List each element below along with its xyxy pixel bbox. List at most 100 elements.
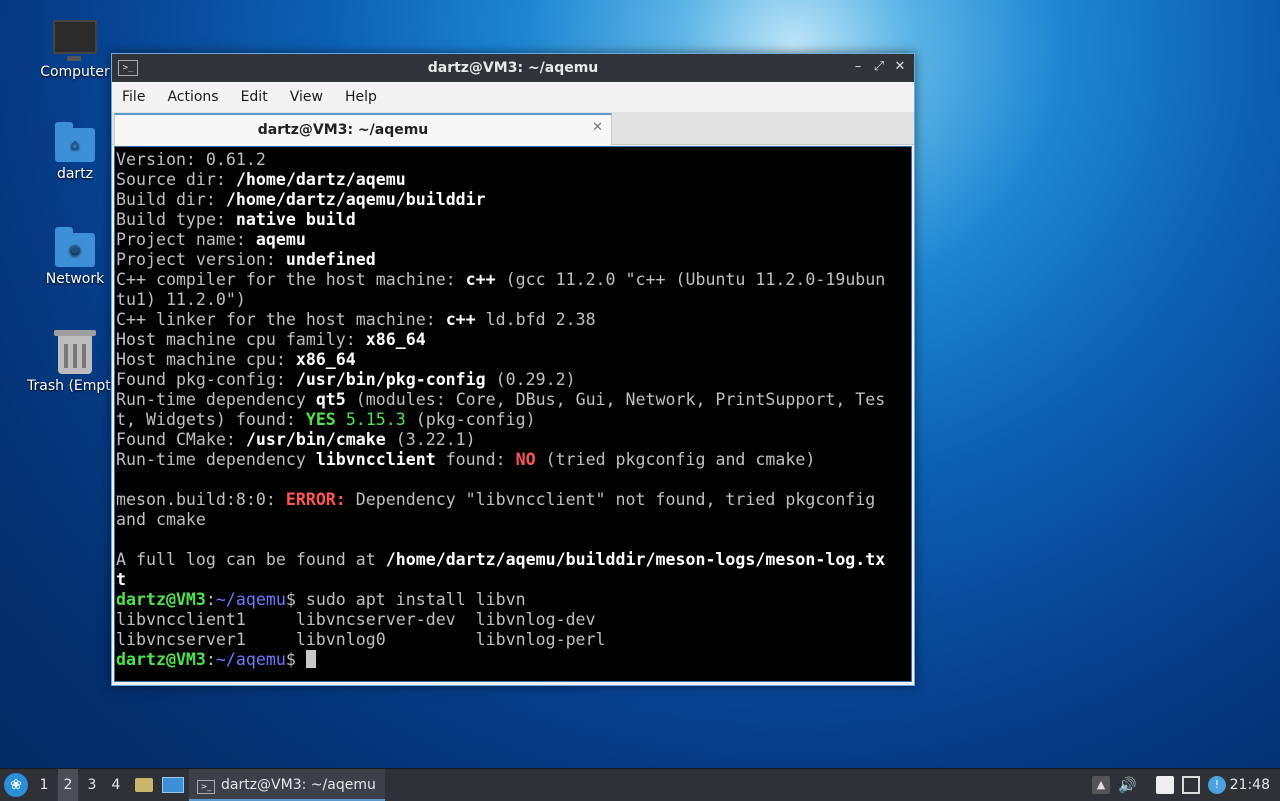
terminal-text-span: (modules: Core, DBus, Gui, Network, Prin…	[345, 390, 886, 409]
terminal-text-span: t, Widgets) found:	[116, 410, 306, 429]
terminal-line: meson.build:8:0: ERROR: Dependency "libv…	[116, 490, 911, 510]
desktop-icon-home[interactable]: ⌂ dartz	[27, 122, 123, 182]
terminal-line: Build dir: /home/dartz/aqemu/builddir	[116, 190, 911, 210]
terminal-text-span: /home/dartz/aqemu/builddir	[225, 190, 486, 209]
minimize-icon[interactable]: –	[850, 59, 866, 75]
terminal-text-span: ERROR:	[285, 490, 346, 509]
terminal-text-span: tu1) 11.2.0")	[116, 290, 246, 309]
home-folder-icon: ⌂	[55, 122, 95, 162]
desktop-icon-label: Trash (Empty)	[27, 378, 125, 394]
update-notifier-icon[interactable]: !	[1208, 776, 1226, 794]
computer-icon	[53, 20, 97, 61]
terminal-text-span: $ sudo apt install libvn	[285, 590, 526, 609]
terminal-line: Run-time dependency qt5 (modules: Core, …	[116, 390, 911, 410]
menu-help[interactable]: Help	[345, 89, 377, 105]
desktop-icon-label: Computer	[40, 64, 110, 80]
tab-close-icon[interactable]: ✕	[592, 120, 603, 135]
menu-actions[interactable]: Actions	[167, 89, 218, 105]
terminal-text-span: /home/dartz/aqemu/builddir/meson-logs/me…	[385, 550, 886, 569]
terminal-text-span: aqemu	[255, 230, 306, 249]
terminal-text-span: and cmake	[116, 510, 206, 529]
terminal-text-span: x86_64	[365, 330, 426, 349]
terminal-output[interactable]: Version: 0.61.2 Source dir: /home/dartz/a…	[114, 146, 912, 682]
menu-edit[interactable]: Edit	[241, 89, 268, 105]
terminal-text-span	[336, 410, 346, 429]
tab-bar: dartz@VM3: ~/aqemu ✕	[112, 112, 914, 145]
terminal-text-span: (tried pkgconfig and cmake)	[535, 450, 816, 469]
terminal-line: libvncserver1 libvnlog0 libvnlog-perl	[116, 630, 911, 650]
terminal-text-span: 5.15.3	[345, 410, 406, 429]
terminal-line: Build type: native build	[116, 210, 911, 230]
terminal-text-span: /usr/bin/pkg-config	[295, 370, 486, 389]
desktop-switch-1[interactable]: 1	[34, 769, 54, 801]
terminal-text-span: YES	[305, 410, 336, 429]
terminal-tab[interactable]: dartz@VM3: ~/aqemu ✕	[114, 113, 612, 145]
maximize-icon[interactable]: ⤢	[871, 59, 887, 75]
menu-bar: File Actions Edit View Help	[112, 82, 914, 112]
up-arrow-icon[interactable]: ▲	[1092, 776, 1110, 794]
terminal-text-span: C++ linker for the host machine:	[116, 310, 446, 329]
task-label: dartz@VM3: ~/aqemu	[221, 777, 376, 793]
taskbar: ❀ 1 2 3 4 >_ dartz@VM3: ~/aqemu ▲ 🔊 ! 21:…	[0, 768, 1280, 801]
terminal-line: Project name: aqemu	[116, 230, 911, 250]
show-desktop-icon[interactable]	[161, 769, 185, 801]
terminal-text-span: (0.29.2)	[485, 370, 576, 389]
desktop-icon-label: dartz	[56, 166, 94, 182]
terminal-text-span: Project name:	[116, 230, 256, 249]
clipboard-icon[interactable]	[1156, 776, 1174, 794]
desktop-icon-trash[interactable]: Trash (Empty)	[27, 330, 125, 394]
terminal-text-span: dartz@VM3	[116, 590, 206, 609]
terminal-text-span: Version: 0.61.2	[116, 150, 266, 169]
terminal-text-span: c++	[465, 270, 496, 289]
terminal-task-icon: >_	[197, 780, 215, 794]
menu-file[interactable]: File	[122, 89, 145, 105]
terminal-text-span: c++	[445, 310, 476, 329]
desktop-switch-2[interactable]: 2	[58, 769, 78, 801]
terminal-line: Version: 0.61.2	[116, 150, 911, 170]
terminal-text-span: x86_64	[295, 350, 356, 369]
terminal-text-span: t	[116, 570, 126, 589]
terminal-text-span: Build dir:	[116, 190, 226, 209]
terminal-text-span: Run-time dependency	[116, 390, 316, 409]
terminal-text-span: Build type:	[116, 210, 236, 229]
terminal-line: dartz@VM3:~/aqemu$ sudo apt install libv…	[116, 590, 911, 610]
terminal-text-span: qt5	[315, 390, 346, 409]
network-folder-icon: ◉	[55, 227, 95, 267]
terminal-text-span: libvncclient	[315, 450, 436, 469]
terminal-text-span: Host machine cpu:	[116, 350, 296, 369]
terminal-line: C++ linker for the host machine: c++ ld.…	[116, 310, 911, 330]
desktop-switch-3[interactable]: 3	[82, 769, 102, 801]
terminal-line: libvncclient1 libvncserver-dev libvnlog-…	[116, 610, 911, 630]
terminal-text-span: Source dir:	[116, 170, 236, 189]
close-icon[interactable]: ✕	[892, 59, 908, 75]
menu-view[interactable]: View	[290, 89, 323, 105]
desktop-switch-4[interactable]: 4	[106, 769, 126, 801]
terminal-text-span: meson.build:8:0:	[116, 490, 286, 509]
terminal-text-span: undefined	[285, 250, 376, 269]
network-icon[interactable]	[1182, 776, 1200, 794]
clock[interactable]: 21:48	[1230, 769, 1270, 801]
file-manager-launcher-icon[interactable]	[133, 769, 155, 801]
terminal-line: Host machine cpu family: x86_64	[116, 330, 911, 350]
taskbar-task-terminal[interactable]: >_ dartz@VM3: ~/aqemu	[189, 769, 385, 801]
terminal-line: tu1) 11.2.0")	[116, 290, 911, 310]
terminal-line: A full log can be found at /home/dartz/a…	[116, 550, 911, 570]
terminal-line: Host machine cpu: x86_64	[116, 350, 911, 370]
terminal-line: Found CMake: /usr/bin/cmake (3.22.1)	[116, 430, 911, 450]
terminal-text-span: (gcc 11.2.0 "c++ (Ubuntu 11.2.0-19ubun	[495, 270, 886, 289]
terminal-text-span: :	[205, 650, 216, 669]
desktop-icon-computer[interactable]: Computer	[27, 16, 123, 80]
desktop-icon-network[interactable]: ◉ Network	[27, 227, 123, 287]
terminal-text-span: Host machine cpu family:	[116, 330, 366, 349]
terminal-text-span: Found CMake:	[116, 430, 246, 449]
window-titlebar[interactable]: >_ dartz@VM3: ~/aqemu – ⤢ ✕	[112, 54, 914, 82]
terminal-text-span: ~/aqemu	[215, 590, 286, 609]
start-menu-button[interactable]: ❀	[4, 773, 28, 797]
terminal-text-span: libvncclient1 libvncserver-dev libvnlog-…	[116, 610, 596, 629]
terminal-text-span: (3.22.1)	[385, 430, 476, 449]
volume-icon[interactable]: 🔊	[1118, 776, 1137, 794]
terminal-text-span: Run-time dependency	[116, 450, 316, 469]
terminal-text-span: native build	[235, 210, 356, 229]
